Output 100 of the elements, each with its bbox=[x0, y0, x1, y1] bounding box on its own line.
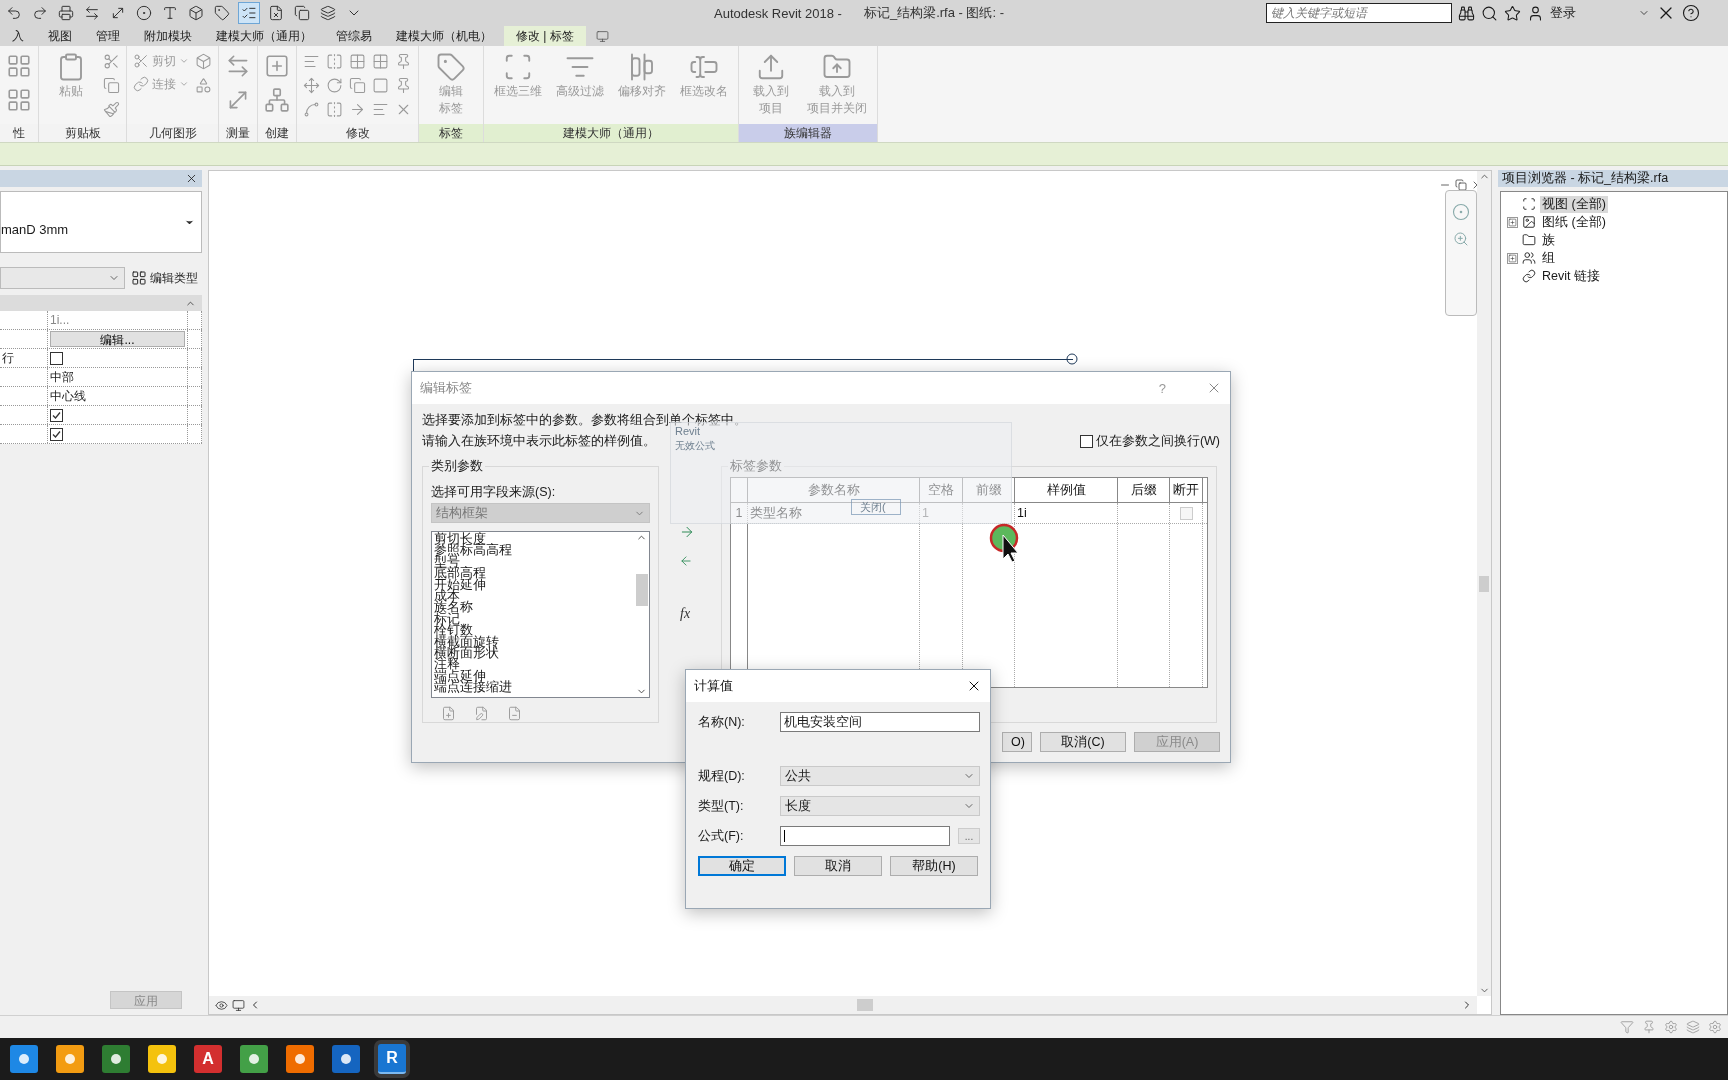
filter-dropdown[interactable] bbox=[0, 267, 125, 289]
grid-icon[interactable] bbox=[349, 52, 366, 70]
add-arrow-icon[interactable] bbox=[679, 524, 695, 540]
close-button[interactable]: 关闭( bbox=[851, 499, 901, 515]
field-list[interactable]: 剪切长度 参照标高高程 型号 底部高程 开始延伸 成本 族名称 标记 栓钉数 横截面旋转 横断面形状 注释 端点延伸 端点连接缩进 bbox=[431, 531, 650, 698]
pin-icon[interactable] bbox=[395, 76, 412, 94]
type-selector[interactable]: manD 3mm bbox=[0, 191, 202, 253]
formula-field[interactable] bbox=[780, 826, 950, 846]
checkbox-square[interactable] bbox=[1079, 435, 1093, 448]
taskbar-app-icon[interactable]: A bbox=[194, 1045, 222, 1073]
settings-icon[interactable] bbox=[1708, 1020, 1722, 1034]
browse-button[interactable]: ... bbox=[958, 828, 980, 844]
list-item[interactable]: 参照标高高程 bbox=[434, 545, 632, 557]
rotate-icon[interactable] bbox=[326, 76, 343, 94]
search-field[interactable]: 键入关键字或短语 bbox=[1266, 3, 1453, 23]
shapes-icon[interactable] bbox=[195, 76, 212, 94]
grid-icon[interactable] bbox=[372, 52, 389, 70]
network-icon[interactable] bbox=[264, 87, 290, 113]
scroll-thumb[interactable] bbox=[1479, 575, 1489, 592]
delete-file-icon[interactable] bbox=[507, 706, 522, 721]
tree-item[interactable]: 视图 (全部) bbox=[1540, 195, 1608, 213]
paintbrush-icon[interactable] bbox=[103, 100, 120, 118]
menu-tab[interactable]: 附加模块 bbox=[132, 26, 204, 46]
pin-icon[interactable] bbox=[1642, 1020, 1656, 1034]
grid-icon[interactable] bbox=[6, 87, 32, 113]
move-icon[interactable] bbox=[303, 76, 320, 94]
menu-tab[interactable]: 建模大师（机电） bbox=[384, 26, 504, 46]
list-item[interactable]: 端点连接缩进 bbox=[434, 682, 632, 694]
navigation-bar[interactable] bbox=[1445, 190, 1477, 316]
list-item[interactable]: 族名称 bbox=[434, 602, 632, 614]
tag-icon[interactable] bbox=[214, 5, 230, 21]
menu-tab[interactable]: 管综易 bbox=[324, 26, 384, 46]
layers-icon[interactable] bbox=[320, 5, 336, 21]
dialog-button[interactable]: 确定 bbox=[698, 856, 786, 876]
scroll-thumb[interactable] bbox=[857, 999, 873, 1011]
taskbar-app-icon[interactable] bbox=[102, 1045, 130, 1073]
tree-item[interactable]: 图纸 (全部) bbox=[1540, 213, 1608, 231]
expand-icon[interactable] bbox=[1507, 252, 1518, 264]
checkbox[interactable] bbox=[50, 351, 63, 365]
vertical-scrollbar[interactable] bbox=[1477, 171, 1491, 996]
menu-tab[interactable]: 建模大师（通用） bbox=[204, 26, 324, 46]
menu-tab[interactable]: 管理 bbox=[84, 26, 132, 46]
monitor-icon[interactable] bbox=[232, 998, 245, 1012]
scissors-icon[interactable] bbox=[103, 52, 120, 70]
monitor-icon[interactable] bbox=[595, 29, 609, 43]
edit-file-icon[interactable] bbox=[474, 706, 489, 721]
square-plus-icon[interactable] bbox=[264, 53, 290, 79]
settings-icon[interactable] bbox=[1664, 1020, 1678, 1034]
taskbar-app-icon[interactable] bbox=[56, 1045, 84, 1073]
list-item[interactable]: 开始延伸 bbox=[434, 579, 632, 592]
checkbox[interactable] bbox=[50, 408, 63, 422]
cube-icon[interactable] bbox=[188, 5, 204, 21]
redo-icon[interactable] bbox=[32, 5, 48, 21]
menu-tab[interactable]: 入 bbox=[0, 26, 36, 46]
tree-item[interactable]: 组 bbox=[1540, 249, 1557, 267]
edit-button[interactable]: 编辑... bbox=[50, 331, 185, 347]
list-icon[interactable] bbox=[241, 5, 257, 21]
close-icon[interactable] bbox=[185, 172, 198, 185]
taskbar-app-icon[interactable] bbox=[332, 1045, 360, 1073]
search-icon[interactable] bbox=[1481, 4, 1499, 22]
sign-in-link[interactable]: 登录 bbox=[1550, 4, 1577, 22]
dialog-button[interactable]: 帮助(H) bbox=[890, 856, 978, 876]
help-icon[interactable] bbox=[1682, 4, 1701, 22]
zoom-icon[interactable] bbox=[1453, 231, 1469, 247]
tree-item[interactable]: 族 bbox=[1540, 231, 1557, 249]
dropdown[interactable]: 公共 bbox=[780, 766, 980, 786]
copy-icon[interactable] bbox=[349, 76, 366, 94]
name-field[interactable]: 机电安装空间 bbox=[780, 712, 980, 732]
pin-icon[interactable] bbox=[395, 52, 412, 70]
taskbar-app-icon[interactable] bbox=[240, 1045, 268, 1073]
filter-icon[interactable] bbox=[1620, 1020, 1634, 1034]
list-item[interactable]: 横截面旋转 bbox=[434, 636, 632, 649]
copy-icon[interactable] bbox=[294, 5, 310, 21]
dialog-button[interactable]: O) bbox=[1002, 732, 1032, 752]
taskbar-app-icon[interactable] bbox=[286, 1045, 314, 1073]
formula-button[interactable]: fx bbox=[680, 606, 691, 622]
undo-icon[interactable] bbox=[6, 5, 22, 21]
dropdown[interactable]: 长度 bbox=[780, 796, 980, 816]
expand-icon[interactable] bbox=[1507, 216, 1518, 228]
grid-icon[interactable] bbox=[6, 53, 32, 79]
square-icon[interactable] bbox=[372, 76, 389, 94]
checkbox[interactable] bbox=[50, 427, 63, 441]
edit-type-button[interactable]: 编辑类型 bbox=[131, 269, 198, 287]
restore-icon[interactable] bbox=[1455, 179, 1467, 191]
dialog-button[interactable]: 取消 bbox=[794, 856, 882, 876]
print-icon[interactable] bbox=[58, 5, 74, 21]
file-close-icon[interactable] bbox=[268, 5, 284, 21]
dialog-button[interactable]: 取消(C) bbox=[1040, 732, 1126, 752]
star-icon[interactable] bbox=[1504, 4, 1522, 22]
circle-dot-icon[interactable] bbox=[136, 5, 152, 21]
mirror-icon[interactable] bbox=[326, 100, 343, 118]
copy-icon[interactable] bbox=[103, 76, 120, 94]
taskbar-app-icon[interactable] bbox=[10, 1045, 38, 1073]
list-item[interactable]: 底部高程 bbox=[434, 568, 632, 580]
view-icon[interactable] bbox=[215, 998, 228, 1012]
spline-icon[interactable] bbox=[303, 100, 320, 118]
menu-tab[interactable]: 修改 | 标签 bbox=[504, 26, 586, 46]
new-file-icon[interactable] bbox=[441, 706, 456, 721]
list-item[interactable]: 横断面形状 bbox=[434, 648, 632, 660]
menu-tab[interactable]: 视图 bbox=[36, 26, 84, 46]
